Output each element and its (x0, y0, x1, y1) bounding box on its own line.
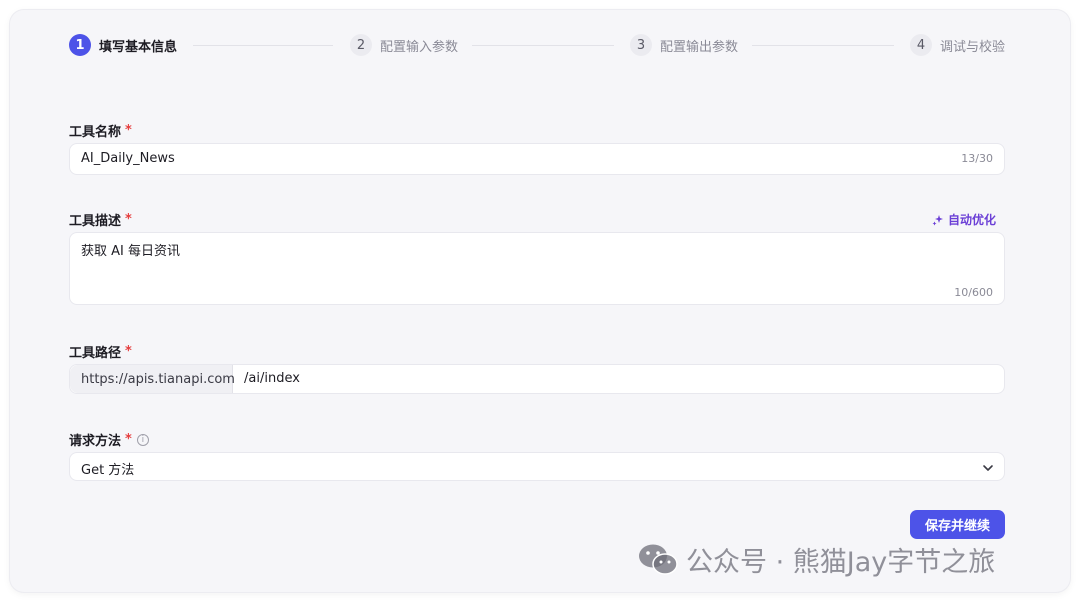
tool-name-label-text: 工具名称 (69, 125, 122, 140)
tool-description-label: 工具描述 * (69, 210, 132, 229)
tool-description-counter: 10/600 (954, 286, 993, 299)
required-mark: * (125, 432, 132, 447)
step-3-number: 3 (630, 34, 652, 56)
tool-create-card: 1 填写基本信息 2 配置输入参数 3 配置输出参数 4 调试与校验 工具名称 … (10, 10, 1070, 592)
step-1[interactable]: 1 填写基本信息 (69, 34, 177, 56)
step-connector (752, 45, 894, 46)
tool-name-input[interactable]: AI_Daily_News 13/30 (69, 143, 1005, 175)
tool-path-label-text: 工具路径 (69, 346, 122, 361)
chevron-down-icon (983, 465, 993, 471)
watermark: 公众号 · 熊猫Jay字节之旅 (638, 540, 995, 579)
step-connector (472, 45, 614, 46)
tool-path-input[interactable]: https://apis.tianapi.com /ai/index (69, 364, 1005, 394)
tool-name-value: AI_Daily_News (81, 151, 175, 166)
request-method-select[interactable]: Get 方法 (69, 452, 1005, 481)
step-4-number: 4 (910, 34, 932, 56)
tool-description-value: 获取 AI 每日资讯 (81, 244, 180, 259)
wechat-icon (639, 544, 678, 575)
save-continue-button[interactable]: 保存并继续 (910, 510, 1005, 539)
tool-description-label-text: 工具描述 (69, 214, 122, 229)
tool-name-counter: 13/30 (961, 152, 993, 165)
step-1-label: 填写基本信息 (99, 39, 178, 55)
tool-path-prefix: https://apis.tianapi.com (70, 365, 235, 393)
tool-description-textarea[interactable]: 获取 AI 每日资讯 10/600 (69, 232, 1005, 305)
required-mark: * (125, 344, 132, 359)
info-icon[interactable]: i (136, 433, 149, 446)
request-method-label: 请求方法 * i (69, 430, 149, 449)
tool-name-label: 工具名称 * (69, 121, 132, 140)
step-3-label: 配置输出参数 (660, 39, 739, 55)
required-mark: * (125, 123, 132, 138)
auto-optimize-label: 自动优化 (947, 213, 996, 227)
step-4[interactable]: 4 调试与校验 (910, 34, 1005, 56)
step-2-label: 配置输入参数 (380, 39, 459, 55)
watermark-text: 公众号 · 熊猫Jay字节之旅 (686, 547, 996, 578)
tool-path-value: /ai/index (244, 371, 300, 386)
auto-optimize-button[interactable]: 自动优化 (932, 211, 996, 228)
step-connector (193, 45, 333, 46)
step-2-number: 2 (350, 34, 372, 56)
step-1-number: 1 (69, 34, 91, 56)
step-3[interactable]: 3 配置输出参数 (630, 34, 738, 56)
tool-path-label: 工具路径 * (69, 342, 132, 361)
required-mark: * (125, 212, 132, 227)
request-method-value: Get 方法 (81, 463, 135, 478)
step-4-label: 调试与校验 (940, 39, 1006, 55)
step-2[interactable]: 2 配置输入参数 (350, 34, 458, 56)
sparkle-icon (932, 214, 943, 225)
request-method-label-text: 请求方法 (69, 434, 122, 449)
